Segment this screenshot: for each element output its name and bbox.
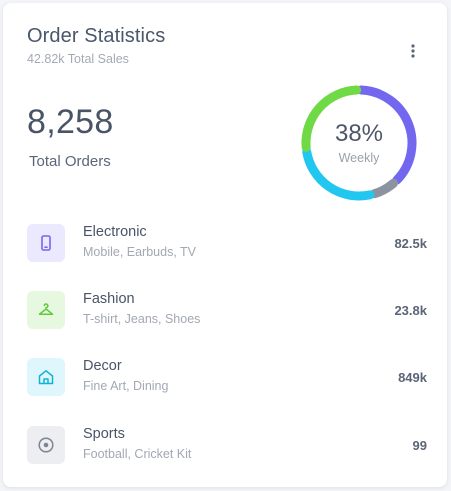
item-name: Electronic [83, 224, 147, 240]
mobile-icon [41, 235, 51, 251]
donut-percent: 38% [334, 120, 384, 147]
hanger-icon [38, 303, 54, 315]
total-orders-value: 8,258 [27, 103, 114, 141]
football-icon [38, 437, 54, 453]
item-desc: T-shirt, Jeans, Shoes [83, 312, 201, 326]
item-name: Decor [83, 358, 122, 374]
card-title: Order Statistics [27, 25, 166, 47]
decor-icon-badge [27, 358, 65, 396]
item-desc: Football, Cricket Kit [83, 447, 192, 461]
donut-period: Weekly [338, 151, 380, 165]
list-item-electronic: Electronic Mobile, Earbuds, TV 82.5k [27, 224, 427, 264]
list-item-fashion: Fashion T-shirt, Jeans, Shoes 23.8k [27, 291, 427, 331]
order-statistics-card: Order Statistics 42.82k Total Sales 8,25… [3, 3, 447, 487]
more-vertical-icon [411, 44, 415, 58]
item-value: 82.5k [394, 236, 427, 251]
electronic-icon-badge [27, 224, 65, 262]
item-value: 849k [398, 370, 427, 385]
home-icon [38, 370, 54, 385]
item-name: Fashion [83, 291, 135, 307]
list-item-sports: Sports Football, Cricket Kit 99 [27, 426, 427, 466]
total-orders-label: Total Orders [29, 153, 111, 170]
list-item-decor: Decor Fine Art, Dining 849k [27, 358, 427, 398]
item-name: Sports [83, 426, 125, 442]
card-subtitle: 42.82k Total Sales [27, 52, 129, 66]
sports-icon-badge [27, 426, 65, 464]
more-options-button[interactable] [404, 40, 422, 64]
item-desc: Mobile, Earbuds, TV [83, 245, 197, 259]
fashion-icon-badge [27, 291, 65, 329]
item-value: 99 [412, 438, 427, 453]
item-value: 23.8k [394, 303, 427, 318]
item-desc: Fine Art, Dining [83, 379, 169, 393]
donut-segment-sports [369, 178, 399, 199]
